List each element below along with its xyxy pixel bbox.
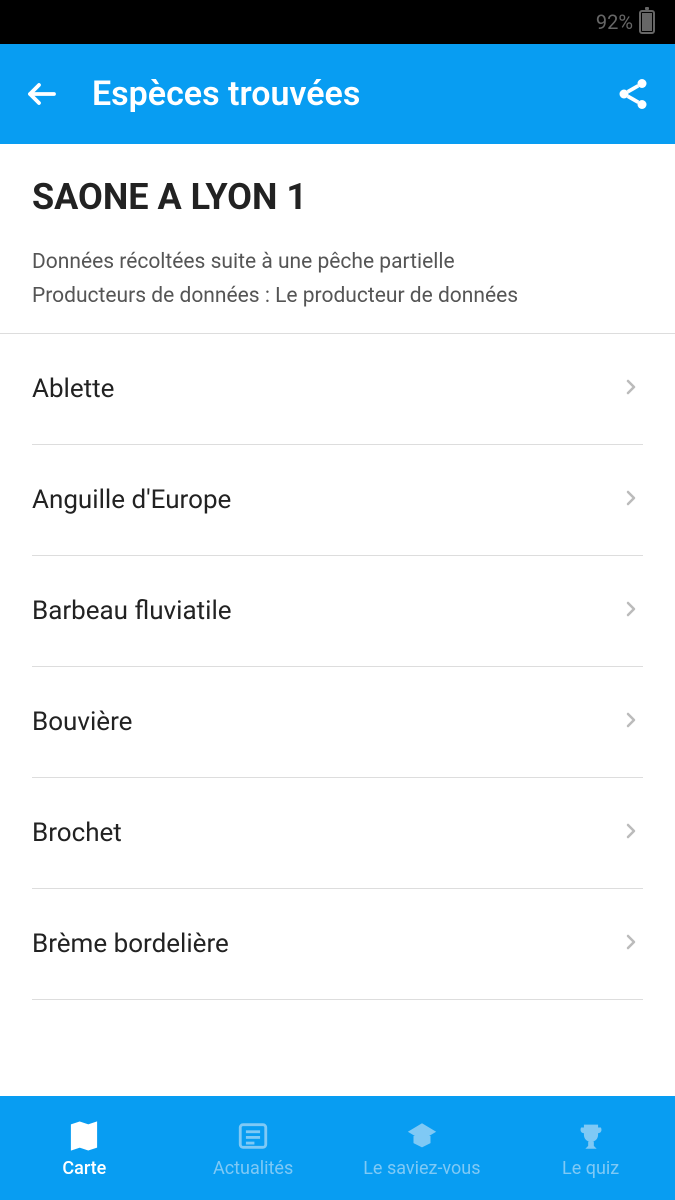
chevron-right-icon bbox=[619, 819, 643, 847]
species-name: Bouvière bbox=[32, 707, 132, 737]
list-item[interactable]: Anguille d'Europe bbox=[32, 445, 643, 556]
species-name: Brème bordelière bbox=[32, 929, 229, 959]
subtitle-line-2: Producteurs de données : Le producteur d… bbox=[32, 280, 643, 314]
map-icon bbox=[67, 1118, 101, 1154]
app-bar-title: Espèces trouvées bbox=[92, 74, 583, 114]
app-bar: Espèces trouvées bbox=[0, 44, 675, 144]
species-name: Barbeau fluviatile bbox=[32, 596, 232, 626]
nav-label: Actualités bbox=[213, 1158, 293, 1179]
list-item[interactable]: Brochet bbox=[32, 778, 643, 889]
newspaper-icon bbox=[236, 1118, 270, 1154]
header-section: SAONE A LYON 1 Données récoltées suite à… bbox=[0, 144, 675, 334]
chevron-right-icon bbox=[619, 930, 643, 958]
species-name: Anguille d'Europe bbox=[32, 485, 231, 515]
status-bar: 92% bbox=[0, 0, 675, 44]
list-item[interactable]: Bouvière bbox=[32, 667, 643, 778]
subtitle-line-1: Données récoltées suite à une pêche part… bbox=[32, 246, 643, 280]
battery-percent: 92% bbox=[596, 10, 633, 34]
graduation-cap-icon bbox=[405, 1118, 439, 1154]
battery-icon bbox=[639, 10, 655, 34]
list-item[interactable]: Barbeau fluviatile bbox=[32, 556, 643, 667]
species-list: Ablette Anguille d'Europe Barbeau fluvia… bbox=[0, 334, 675, 1000]
content-area: SAONE A LYON 1 Données récoltées suite à… bbox=[0, 144, 675, 1096]
share-button[interactable] bbox=[615, 76, 651, 112]
list-item[interactable]: Ablette bbox=[32, 334, 643, 445]
nav-label: Carte bbox=[62, 1158, 106, 1179]
chevron-right-icon bbox=[619, 486, 643, 514]
species-name: Ablette bbox=[32, 374, 114, 404]
nav-item-quiz[interactable]: Le quiz bbox=[506, 1118, 675, 1179]
species-name: Brochet bbox=[32, 818, 122, 848]
back-button[interactable] bbox=[24, 76, 60, 112]
list-item[interactable]: Brème bordelière bbox=[32, 889, 643, 1000]
nav-label: Le quiz bbox=[562, 1158, 619, 1179]
nav-item-saviez-vous[interactable]: Le saviez-vous bbox=[338, 1118, 507, 1179]
trophy-icon bbox=[574, 1118, 608, 1154]
bottom-nav: Carte Actualités Le saviez-vous Le quiz bbox=[0, 1096, 675, 1200]
nav-item-carte[interactable]: Carte bbox=[0, 1118, 169, 1179]
chevron-right-icon bbox=[619, 375, 643, 403]
chevron-right-icon bbox=[619, 597, 643, 625]
page-title: SAONE A LYON 1 bbox=[32, 176, 643, 218]
nav-item-actualites[interactable]: Actualités bbox=[169, 1118, 338, 1179]
nav-label: Le saviez-vous bbox=[363, 1158, 480, 1179]
chevron-right-icon bbox=[619, 708, 643, 736]
